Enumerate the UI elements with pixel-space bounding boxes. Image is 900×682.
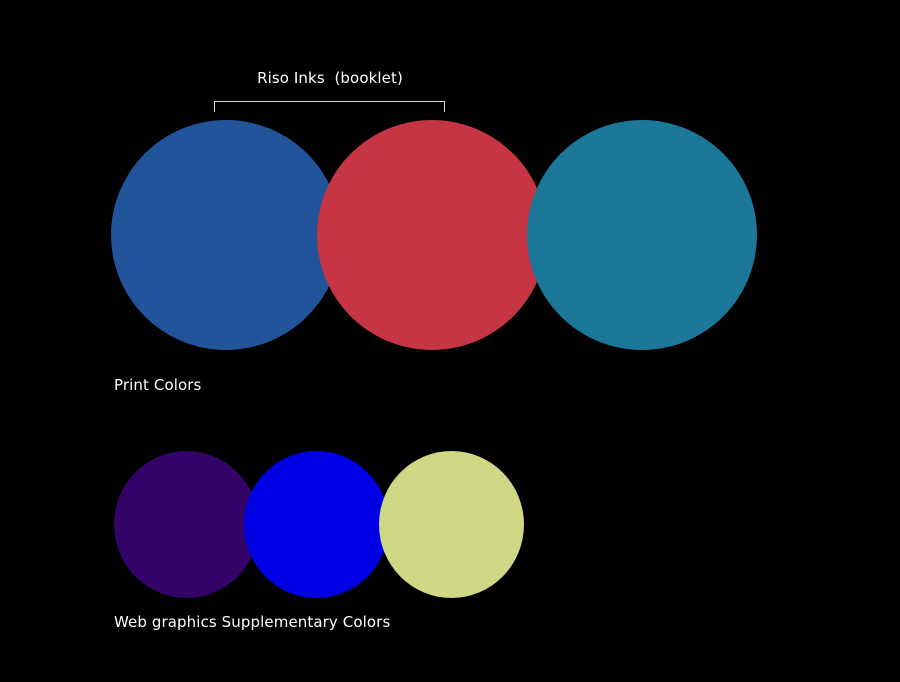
web-colors-label: Web graphics Supplementary Colors: [114, 613, 391, 631]
web-swatch-blue: [244, 451, 389, 598]
web-swatch-purple: [114, 451, 259, 598]
web-swatch-yellow: [379, 451, 524, 598]
print-swatch-teal: [527, 120, 757, 350]
print-swatch-red: [317, 120, 547, 350]
riso-inks-bracket: [214, 101, 445, 112]
riso-inks-label: Riso Inks (booklet): [257, 69, 403, 87]
print-colors-label: Print Colors: [114, 376, 202, 394]
print-swatch-blue: [111, 120, 341, 350]
